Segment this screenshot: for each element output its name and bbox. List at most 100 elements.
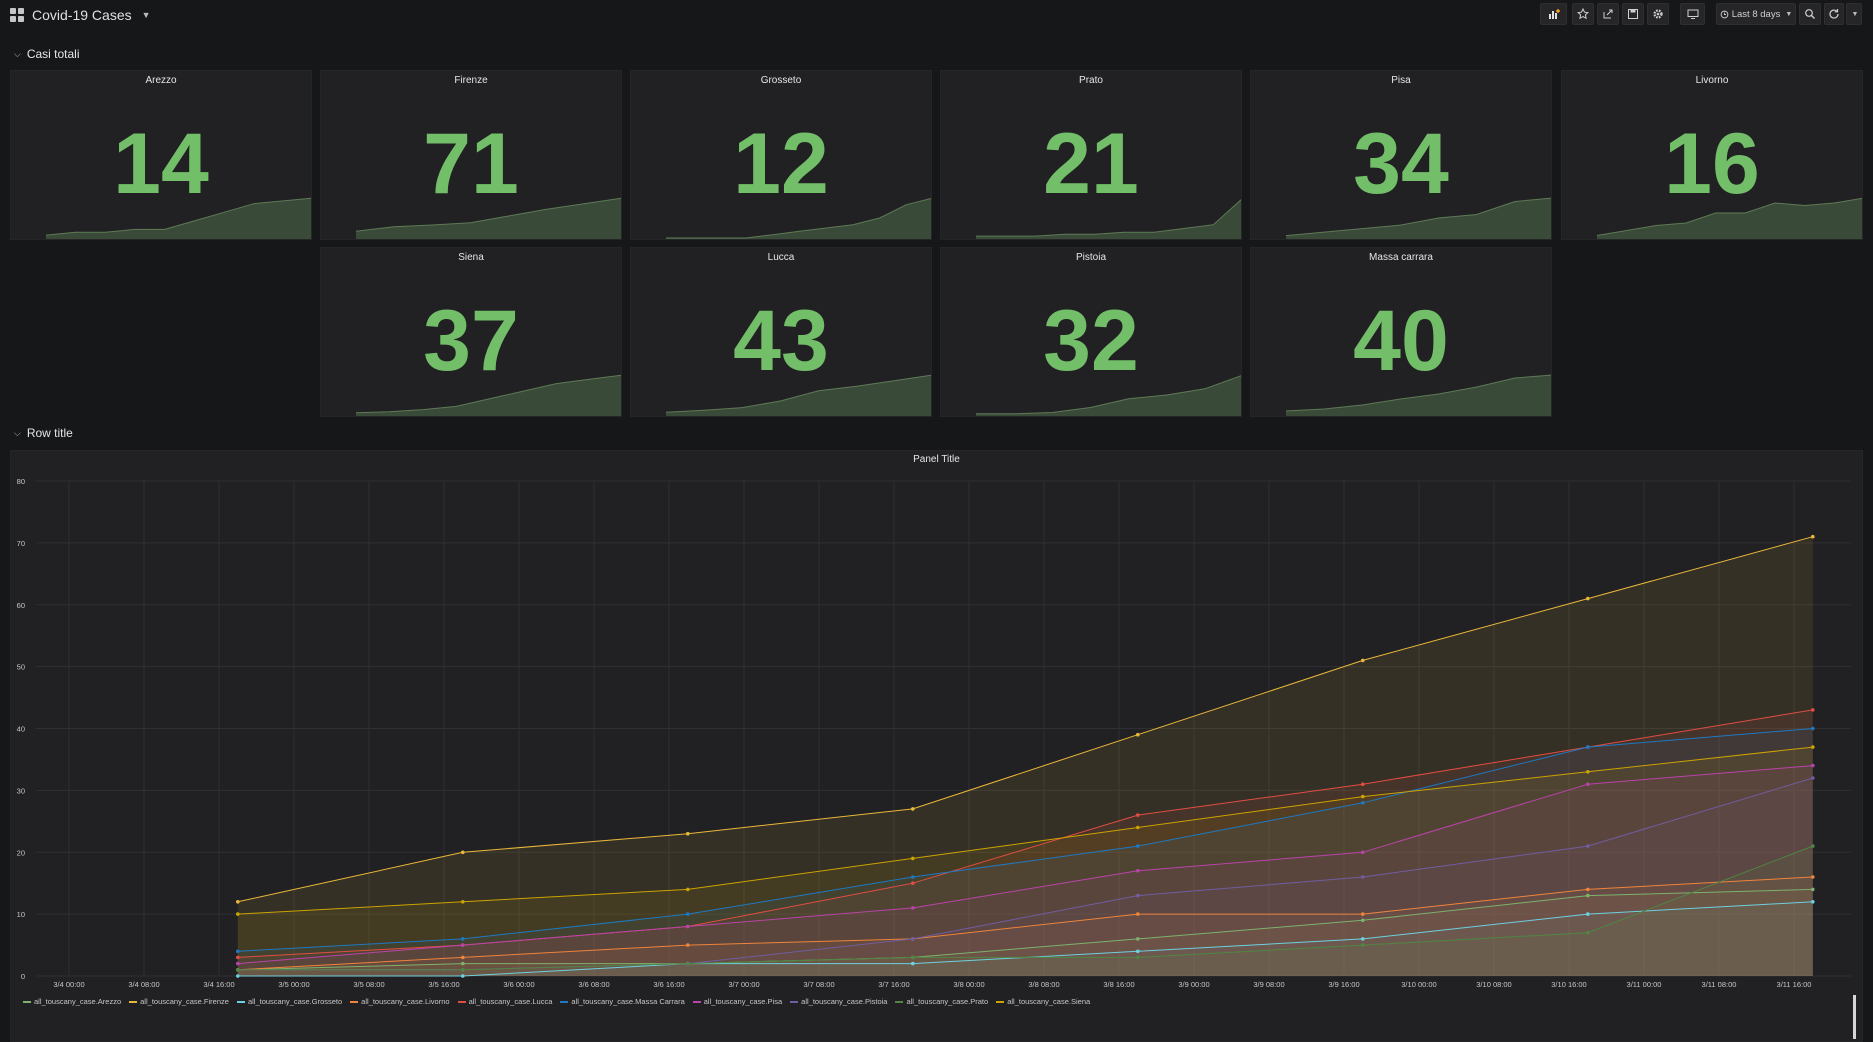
data-point[interactable]	[1361, 937, 1365, 941]
stat-panel[interactable]: Siena 37	[320, 247, 622, 417]
stat-panel[interactable]: Massa carrara 40	[1250, 247, 1552, 417]
data-point[interactable]	[911, 856, 915, 861]
data-point[interactable]	[686, 887, 690, 892]
data-point[interactable]	[1136, 937, 1140, 941]
data-point[interactable]	[236, 949, 240, 954]
data-point[interactable]	[1361, 850, 1365, 855]
data-point[interactable]	[1361, 918, 1365, 923]
legend-item[interactable]: all_touscany_case.Arezzo	[23, 997, 121, 1006]
star-button[interactable]	[1572, 3, 1594, 25]
stat-panel[interactable]: Pistoia 32	[940, 247, 1242, 417]
data-point[interactable]	[236, 968, 240, 972]
data-point[interactable]	[1811, 776, 1815, 780]
data-point[interactable]	[1811, 875, 1815, 879]
data-point[interactable]	[461, 943, 465, 947]
data-point[interactable]	[1136, 732, 1140, 737]
data-point[interactable]	[1811, 887, 1815, 892]
data-point[interactable]	[236, 900, 240, 904]
data-point[interactable]	[1586, 770, 1590, 774]
data-point[interactable]	[1586, 930, 1590, 935]
data-point[interactable]	[1586, 745, 1590, 749]
graph-panel[interactable]: Panel Title 0 10 20 30 40 50 60 70 80 3/4 00:00 3/…	[10, 450, 1863, 1042]
data-point[interactable]	[236, 974, 240, 978]
data-point[interactable]	[1136, 825, 1140, 830]
data-point[interactable]	[1811, 745, 1815, 749]
row-casi-totali[interactable]: ⌵ Casi totali	[14, 47, 80, 61]
data-point[interactable]	[236, 912, 240, 916]
data-point[interactable]	[1811, 844, 1815, 848]
legend-item[interactable]: all_touscany_case.Massa Carrara	[560, 997, 685, 1006]
data-point[interactable]	[911, 937, 915, 941]
add-panel-button[interactable]	[1540, 3, 1567, 25]
data-point[interactable]	[461, 900, 465, 904]
data-point[interactable]	[1811, 763, 1815, 768]
graph-chart[interactable]: 0 10 20 30 40 50 60 70 80 3/4 00:00 3/4 08:00 3/4 1…	[11, 451, 1864, 991]
data-point[interactable]	[1136, 869, 1140, 873]
data-point[interactable]	[911, 955, 915, 960]
data-point[interactable]	[1811, 900, 1815, 904]
legend-item[interactable]: all_touscany_case.Livorno	[350, 997, 450, 1006]
data-point[interactable]	[1136, 912, 1140, 916]
data-point[interactable]	[1586, 596, 1590, 601]
data-point[interactable]	[1586, 844, 1590, 848]
data-point[interactable]	[461, 974, 465, 978]
data-point[interactable]	[1586, 912, 1590, 916]
legend-item[interactable]: all_touscany_case.Pisa	[692, 997, 782, 1006]
zoom-out-button[interactable]	[1799, 3, 1821, 25]
data-point[interactable]	[1811, 534, 1815, 539]
legend-item[interactable]: all_touscany_case.Grosseto	[236, 997, 342, 1006]
time-range-picker[interactable]: Last 8 days ▼	[1716, 3, 1796, 25]
data-point[interactable]	[1586, 893, 1590, 898]
data-point[interactable]	[1361, 912, 1365, 916]
tv-mode-button[interactable]	[1680, 3, 1705, 25]
data-point[interactable]	[1811, 708, 1815, 712]
data-point[interactable]	[911, 807, 915, 811]
data-point[interactable]	[686, 943, 690, 947]
stat-panel[interactable]: Livorno 16	[1561, 70, 1863, 240]
data-point[interactable]	[461, 937, 465, 941]
dashboard-title[interactable]: Covid-19 Cases	[32, 7, 132, 23]
data-point[interactable]	[1136, 949, 1140, 954]
data-point[interactable]	[1361, 794, 1365, 799]
dashboard-picker[interactable]: Covid-19 Cases ▼	[10, 7, 151, 23]
stat-panel[interactable]: Grosseto 12	[630, 70, 932, 240]
legend-item[interactable]: all_touscany_case.Pistoia	[790, 997, 887, 1006]
data-point[interactable]	[1361, 782, 1365, 786]
data-point[interactable]	[686, 961, 690, 966]
data-point[interactable]	[911, 961, 915, 966]
data-point[interactable]	[1136, 813, 1140, 817]
legend-item[interactable]: all_touscany_case.Prato	[895, 997, 988, 1006]
data-point[interactable]	[1361, 943, 1365, 947]
data-point[interactable]	[1361, 875, 1365, 879]
data-point[interactable]	[686, 924, 690, 929]
data-point[interactable]	[236, 961, 240, 966]
share-button[interactable]	[1597, 3, 1619, 25]
data-point[interactable]	[911, 906, 915, 910]
data-point[interactable]	[1361, 801, 1365, 805]
legend-item[interactable]: all_touscany_case.Firenze	[129, 997, 229, 1006]
data-point[interactable]	[1136, 893, 1140, 898]
data-point[interactable]	[461, 961, 465, 966]
data-point[interactable]	[686, 912, 690, 916]
data-point[interactable]	[1361, 658, 1365, 663]
data-point[interactable]	[236, 955, 240, 960]
legend-item[interactable]: all_touscany_case.Lucca	[457, 997, 552, 1006]
data-point[interactable]	[461, 955, 465, 960]
row-row-title[interactable]: ⌵ Row title	[14, 426, 73, 440]
stat-panel[interactable]: Firenze 71	[320, 70, 622, 240]
stat-panel[interactable]: Pisa 34	[1250, 70, 1552, 240]
refresh-button[interactable]	[1824, 3, 1844, 25]
stat-panel[interactable]: Arezzo 14	[10, 70, 312, 240]
legend-item[interactable]: all_touscany_case.Siena	[996, 997, 1090, 1006]
data-point[interactable]	[461, 968, 465, 972]
data-point[interactable]	[911, 881, 915, 885]
save-button[interactable]	[1622, 3, 1644, 25]
refresh-interval-button[interactable]: ▼	[1846, 3, 1862, 25]
data-point[interactable]	[1586, 887, 1590, 892]
data-point[interactable]	[461, 850, 465, 855]
data-point[interactable]	[686, 831, 690, 836]
data-point[interactable]	[1136, 955, 1140, 960]
settings-button[interactable]	[1647, 3, 1669, 25]
data-point[interactable]	[1811, 726, 1815, 731]
data-point[interactable]	[1586, 782, 1590, 786]
